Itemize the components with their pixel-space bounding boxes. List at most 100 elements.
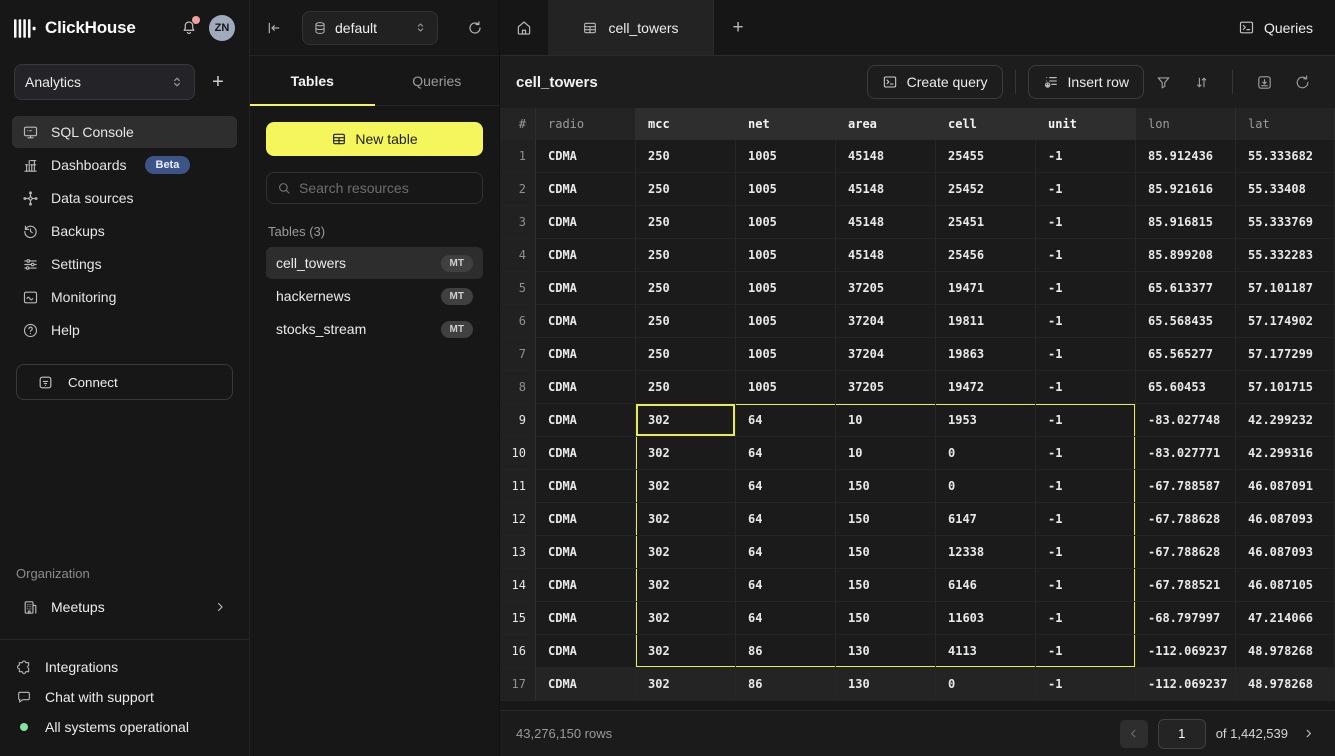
column-header-radio[interactable]: radio <box>536 108 636 140</box>
cell-unit[interactable]: -1 <box>1036 371 1136 404</box>
sidebar-item-integrations[interactable]: Integrations <box>16 652 233 682</box>
table-list-item-hackernews[interactable]: hackernews MT <box>266 280 483 312</box>
cell-lon[interactable]: 65.613377 <box>1136 272 1236 305</box>
cell-unit[interactable]: -1 <box>1036 305 1136 338</box>
cell-mcc[interactable]: 250 <box>636 140 736 173</box>
add-workspace-button[interactable]: + <box>201 65 235 99</box>
table-list-item-stocks-stream[interactable]: stocks_stream MT <box>266 313 483 345</box>
cell-mcc[interactable]: 302 <box>636 536 736 569</box>
page-number-input[interactable] <box>1158 719 1206 749</box>
cell-unit[interactable]: -1 <box>1036 569 1136 602</box>
prev-page-button[interactable] <box>1120 720 1148 748</box>
cell-mcc[interactable]: 250 <box>636 206 736 239</box>
tab-queries[interactable]: Queries <box>375 56 500 105</box>
row-number[interactable]: 2 <box>500 173 536 206</box>
cell-lon[interactable]: 85.899208 <box>1136 239 1236 272</box>
system-status[interactable]: All systems operational <box>16 712 233 742</box>
cell-net[interactable]: 1005 <box>736 305 836 338</box>
cell-mcc[interactable]: 250 <box>636 305 736 338</box>
notifications-button[interactable] <box>177 16 201 40</box>
row-number[interactable]: 12 <box>500 503 536 536</box>
column-header-lon[interactable]: lon <box>1136 108 1236 140</box>
cell-mcc[interactable]: 302 <box>636 602 736 635</box>
cell-area[interactable]: 10 <box>836 437 936 470</box>
insert-row-button[interactable]: Insert row <box>1028 65 1144 99</box>
cell-cell[interactable]: 19471 <box>936 272 1036 305</box>
new-tab-button[interactable]: + <box>714 0 762 55</box>
cell-lat[interactable]: 46.087093 <box>1236 503 1335 536</box>
cell-lon[interactable]: 65.568435 <box>1136 305 1236 338</box>
cell-area[interactable]: 37204 <box>836 338 936 371</box>
sidebar-item-data-sources[interactable]: Data sources <box>12 182 237 214</box>
cell-radio[interactable]: CDMA <box>536 338 636 371</box>
cell-unit[interactable]: -1 <box>1036 173 1136 206</box>
cell-mcc[interactable]: 302 <box>636 503 736 536</box>
cell-radio[interactable]: CDMA <box>536 173 636 206</box>
cell-cell[interactable]: 0 <box>936 437 1036 470</box>
tab-tables[interactable]: Tables <box>250 56 375 105</box>
cell-radio[interactable]: CDMA <box>536 305 636 338</box>
cell-lat[interactable]: 55.333682 <box>1236 140 1335 173</box>
cell-radio[interactable]: CDMA <box>536 404 636 437</box>
cell-lon[interactable]: -67.788628 <box>1136 503 1236 536</box>
cell-net[interactable]: 64 <box>736 470 836 503</box>
avatar[interactable]: ZN <box>209 15 235 41</box>
cell-radio[interactable]: CDMA <box>536 272 636 305</box>
cell-cell[interactable]: 25456 <box>936 239 1036 272</box>
queries-button[interactable]: Queries <box>1238 0 1313 55</box>
cell-radio[interactable]: CDMA <box>536 536 636 569</box>
cell-cell[interactable]: 12338 <box>936 536 1036 569</box>
cell-mcc[interactable]: 302 <box>636 569 736 602</box>
cell-unit[interactable]: -1 <box>1036 635 1136 668</box>
column-header-net[interactable]: net <box>736 108 836 140</box>
row-number[interactable]: 4 <box>500 239 536 272</box>
new-table-button[interactable]: New table <box>266 122 483 156</box>
cell-radio[interactable]: CDMA <box>536 239 636 272</box>
refresh-table-button[interactable] <box>1283 65 1321 99</box>
cell-mcc[interactable]: 250 <box>636 239 736 272</box>
cell-radio[interactable]: CDMA <box>536 503 636 536</box>
cell-lat[interactable]: 42.299316 <box>1236 437 1335 470</box>
cell-mcc[interactable]: 302 <box>636 668 736 701</box>
cell-lon[interactable]: 85.921616 <box>1136 173 1236 206</box>
cell-net[interactable]: 1005 <box>736 173 836 206</box>
cell-area[interactable]: 150 <box>836 569 936 602</box>
cell-radio[interactable]: CDMA <box>536 668 636 701</box>
column-header-num[interactable]: # <box>500 108 536 140</box>
cell-cell[interactable]: 11603 <box>936 602 1036 635</box>
table-list-item-cell-towers[interactable]: cell_towers MT <box>266 247 483 279</box>
cell-lon[interactable]: -68.797997 <box>1136 602 1236 635</box>
row-number[interactable]: 13 <box>500 536 536 569</box>
next-page-button[interactable] <box>1298 723 1319 744</box>
row-number[interactable]: 6 <box>500 305 536 338</box>
cell-radio[interactable]: CDMA <box>536 140 636 173</box>
cell-lat[interactable]: 55.333769 <box>1236 206 1335 239</box>
cell-mcc[interactable]: 250 <box>636 173 736 206</box>
cell-radio[interactable]: CDMA <box>536 371 636 404</box>
cell-area[interactable]: 150 <box>836 536 936 569</box>
sidebar-item-chat-support[interactable]: Chat with support <box>16 682 233 712</box>
cell-lon[interactable]: 65.60453 <box>1136 371 1236 404</box>
column-header-mcc[interactable]: mcc <box>636 108 736 140</box>
row-number[interactable]: 17 <box>500 668 536 701</box>
cell-lat[interactable]: 57.174902 <box>1236 305 1335 338</box>
database-selector[interactable]: default <box>302 11 438 45</box>
cell-lon[interactable]: -83.027771 <box>1136 437 1236 470</box>
cell-unit[interactable]: -1 <box>1036 437 1136 470</box>
cell-radio[interactable]: CDMA <box>536 470 636 503</box>
sidebar-item-dashboards[interactable]: Dashboards Beta <box>12 149 237 181</box>
cell-area[interactable]: 45148 <box>836 173 936 206</box>
cell-cell[interactable]: 19863 <box>936 338 1036 371</box>
cell-area[interactable]: 37204 <box>836 305 936 338</box>
row-number[interactable]: 9 <box>500 404 536 437</box>
cell-net[interactable]: 86 <box>736 635 836 668</box>
cell-net[interactable]: 1005 <box>736 239 836 272</box>
row-number[interactable]: 15 <box>500 602 536 635</box>
cell-cell[interactable]: 25452 <box>936 173 1036 206</box>
cell-mcc[interactable]: 302 <box>636 635 736 668</box>
cell-net[interactable]: 1005 <box>736 206 836 239</box>
cell-net[interactable]: 64 <box>736 437 836 470</box>
cell-net[interactable]: 64 <box>736 602 836 635</box>
column-header-area[interactable]: area <box>836 108 936 140</box>
cell-area[interactable]: 130 <box>836 635 936 668</box>
